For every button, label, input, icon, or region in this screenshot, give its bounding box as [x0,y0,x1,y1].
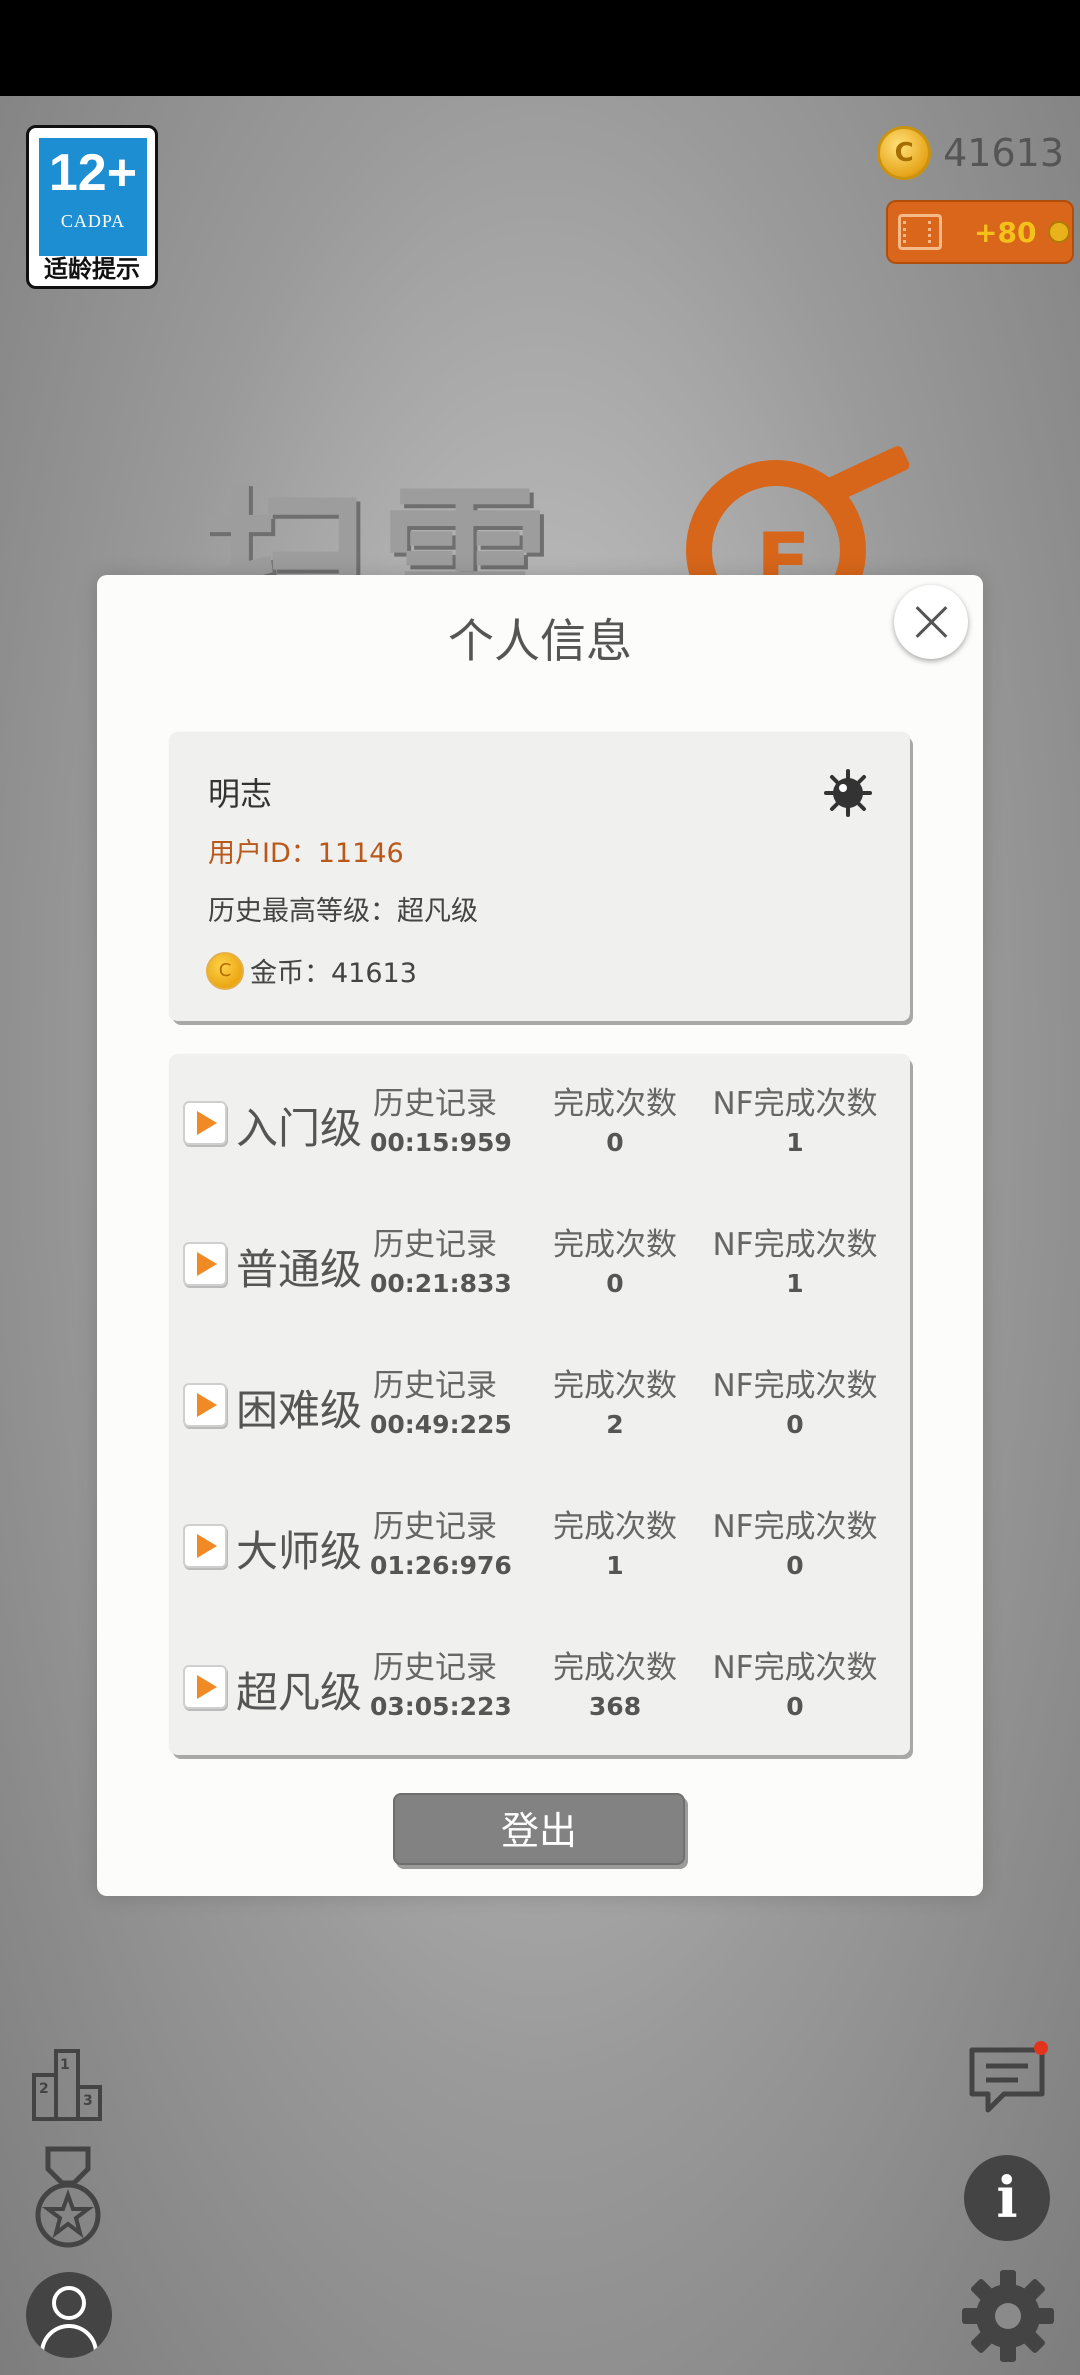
watch-video-reward-button[interactable]: +80 [886,200,1074,264]
level-row: 入门级 历史记录 00:15:959 完成次数 0 NF完成次数 1 [170,1055,910,1196]
nf-completed-column: NF完成次数 0 [710,1647,880,1725]
completed-value: 2 [606,1410,624,1439]
age-rating-org: CADPA [60,211,126,231]
record-column: 历史记录 03:05:223 [370,1647,512,1725]
play-icon[interactable] [183,1383,227,1427]
play-icon[interactable] [183,1524,227,1568]
record-value: 00:49:225 [370,1410,512,1439]
coin-icon: C [877,126,932,180]
completed-value: 0 [606,1269,624,1298]
record-column: 历史记录 00:15:959 [370,1083,512,1161]
svg-text:3: 3 [83,2093,93,2109]
svg-text:2: 2 [39,2081,49,2097]
mine-settings-icon[interactable] [824,769,872,817]
record-column: 历史记录 00:49:225 [370,1365,512,1443]
level-row: 困难级 历史记录 00:49:225 完成次数 2 NF完成次数 0 [170,1337,910,1478]
completed-column: 完成次数 1 [550,1506,680,1584]
completed-column: 完成次数 2 [550,1365,680,1443]
completed-column: 完成次数 0 [550,1083,680,1161]
nf-completed-value: 1 [786,1128,804,1157]
bomb-fuse [818,444,912,506]
age-rating-badge: 12+ CADPA 适龄提示 [26,125,158,289]
record-column: 历史记录 01:26:976 [370,1506,512,1584]
nf-completed-value: 0 [786,1692,804,1721]
profile-head [52,2286,86,2320]
record-header: 历史记录 [373,1368,497,1404]
completed-header: 完成次数 [553,1227,677,1263]
gold-amount: 金币：41613 [250,958,417,989]
user-name: 明志 [208,775,273,813]
coin-amount: 41613 [943,131,1064,175]
dialog-title: 个人信息 [448,614,632,668]
age-rating-box: 12+ CADPA [39,138,147,256]
highest-level: 历史最高等级：超凡级 [208,896,478,927]
record-value: 00:15:959 [370,1128,512,1157]
nf-completed-header: NF完成次数 [712,1368,878,1404]
completed-column: 完成次数 368 [550,1647,680,1725]
user-info-card: 明志 用户ID：11146 历史最高等级：超凡级 C 金币：41613 [170,733,910,1021]
play-icon[interactable] [183,1242,227,1286]
completed-header: 完成次数 [553,1650,677,1686]
age-rating-number: 12+ [48,144,138,202]
completed-header: 完成次数 [553,1086,677,1122]
completed-column: 完成次数 0 [550,1224,680,1302]
info-icon[interactable]: i [964,2155,1050,2241]
level-name: 入门级 [236,1104,363,1153]
record-header: 历史记录 [373,1509,497,1545]
video-reward-amount: +80 [974,215,1037,249]
logout-button[interactable]: 登出 [393,1793,685,1865]
status-bar [0,0,1080,96]
coin-icon: C [206,951,244,990]
nf-completed-value: 1 [786,1269,804,1298]
play-icon[interactable] [183,1665,227,1709]
settings-gear-icon[interactable] [960,2268,1056,2364]
nf-completed-value: 0 [786,1410,804,1439]
record-header: 历史记录 [373,1227,497,1263]
level-stats-card: 入门级 历史记录 00:15:959 完成次数 0 NF完成次数 1 普通级 历… [170,1055,910,1755]
record-column: 历史记录 00:21:833 [370,1224,512,1302]
user-id: 用户ID：11146 [208,838,404,869]
completed-header: 完成次数 [553,1368,677,1404]
nf-completed-column: NF完成次数 1 [710,1083,880,1161]
nf-completed-column: NF完成次数 0 [710,1365,880,1443]
completed-value: 1 [606,1551,624,1580]
gold-row: C 金币：41613 [206,951,417,990]
svg-text:1: 1 [60,2057,70,2073]
record-value: 03:05:223 [370,1692,512,1721]
nf-completed-header: NF完成次数 [712,1650,878,1686]
completed-header: 完成次数 [553,1509,677,1545]
nf-completed-column: NF完成次数 0 [710,1506,880,1584]
profile-icon[interactable] [26,2272,112,2358]
level-name: 普通级 [236,1245,363,1294]
nf-completed-column: NF完成次数 1 [710,1224,880,1302]
close-icon[interactable] [894,585,968,659]
level-row: 超凡级 历史记录 03:05:223 完成次数 368 NF完成次数 0 [170,1619,910,1760]
record-value: 01:26:976 [370,1551,512,1580]
nf-completed-value: 0 [786,1551,804,1580]
level-row: 大师级 历史记录 01:26:976 完成次数 1 NF完成次数 0 [170,1478,910,1619]
level-name: 困难级 [236,1386,363,1435]
nf-completed-header: NF完成次数 [712,1509,878,1545]
record-header: 历史记录 [373,1650,497,1686]
level-name: 超凡级 [236,1668,363,1717]
play-icon[interactable] [183,1101,227,1145]
personal-info-dialog: 个人信息 明志 用户ID：11146 历史最高等级：超凡级 C 金币：41613… [97,575,983,1896]
coin-icon [1048,221,1071,243]
nf-completed-header: NF完成次数 [712,1086,878,1122]
completed-value: 0 [606,1128,624,1157]
nf-completed-header: NF完成次数 [712,1227,878,1263]
film-icon [898,214,942,250]
level-name: 大师级 [236,1527,363,1576]
leaderboard-icon[interactable]: 12 3 [30,2045,106,2121]
level-row: 普通级 历史记录 00:21:833 完成次数 0 NF完成次数 1 [170,1196,910,1337]
coin-balance: C 41613 [877,126,1064,180]
medal-icon[interactable] [30,2145,106,2255]
record-value: 00:21:833 [370,1269,512,1298]
completed-value: 368 [588,1692,642,1721]
record-header: 历史记录 [373,1086,497,1122]
age-rating-label: 适龄提示 [44,255,140,283]
profile-body [40,2324,98,2358]
message-icon[interactable] [964,2040,1050,2120]
